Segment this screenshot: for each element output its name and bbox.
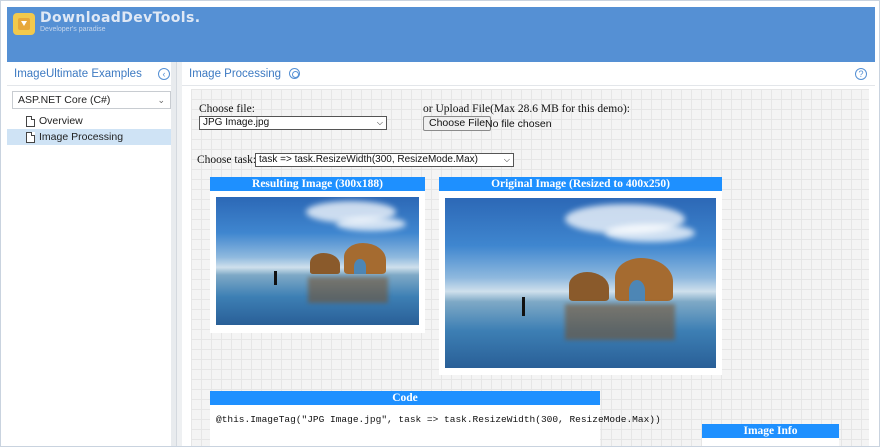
brand-name: DownloadDevTools.	[40, 10, 201, 26]
original-image-card: Original Image (Resized to 400x250)	[439, 177, 722, 375]
download-logo-icon	[13, 13, 35, 35]
chevron-down-icon: ⌵	[503, 155, 510, 164]
brand-logo[interactable]: DownloadDevTools. Developer's paradise	[13, 11, 200, 35]
task-select-value: task => task.ResizeWidth(300, ResizeMode…	[259, 154, 478, 165]
main-header: Image Processing ?	[182, 62, 875, 86]
image-info-card: Image Info	[702, 424, 839, 446]
choose-task-label: Choose task:	[197, 154, 257, 166]
sidebar-header: ImageUltimate Examples ‹	[7, 62, 176, 86]
sidebar-item-label: Overview	[39, 115, 83, 127]
image-info-title: Image Info	[702, 424, 839, 438]
demo-content: Choose file: JPG Image.jpg ⌵ or Upload F…	[191, 89, 869, 446]
sidebar-scrollbar[interactable]	[171, 62, 176, 446]
file-select-value: JPG Image.jpg	[203, 117, 270, 128]
document-icon	[26, 115, 35, 127]
app-window: DownloadDevTools. Developer's paradise I…	[0, 0, 880, 447]
settings-icon[interactable]	[289, 68, 301, 79]
result-image	[216, 197, 419, 325]
framework-select-value: ASP.NET Core (C#)	[18, 94, 111, 106]
document-icon	[26, 131, 35, 143]
framework-select[interactable]: ASP.NET Core (C#) ⌄	[12, 91, 171, 109]
file-select[interactable]: JPG Image.jpg ⌵	[199, 116, 387, 130]
code-card-title: Code	[210, 391, 600, 405]
file-status: No file chosen	[485, 118, 552, 130]
code-snippet: @this.ImageTag("JPG Image.jpg", task => …	[216, 414, 661, 425]
sidebar-title: ImageUltimate Examples	[14, 67, 142, 80]
upload-label: or Upload File(Max 28.6 MB for this demo…	[423, 103, 630, 115]
sidebar-item-overview[interactable]: Overview	[7, 113, 176, 129]
result-image-card: Resulting Image (300x188)	[210, 177, 425, 333]
header-banner: DownloadDevTools. Developer's paradise	[7, 7, 875, 62]
task-select[interactable]: task => task.ResizeWidth(300, ResizeMode…	[255, 153, 514, 167]
chevron-down-icon: ⌄	[157, 94, 165, 105]
chevron-left-icon[interactable]: ‹	[158, 67, 170, 80]
original-image	[445, 198, 716, 368]
question-mark-icon[interactable]: ?	[855, 68, 867, 80]
page-title: Image Processing	[189, 67, 282, 80]
sidebar-item-label: Image Processing	[39, 131, 124, 143]
main-panel: Image Processing ? Choose file: JPG Imag…	[182, 62, 875, 446]
choose-file-label: Choose file:	[199, 103, 255, 115]
result-card-title: Resulting Image (300x188)	[210, 177, 425, 191]
original-card-title: Original Image (Resized to 400x250)	[439, 177, 722, 191]
code-card: Code @this.ImageTag("JPG Image.jpg", tas…	[210, 391, 661, 446]
brand-tagline: Developer's paradise	[40, 26, 106, 33]
sidebar-item-image-processing[interactable]: Image Processing	[7, 129, 176, 145]
chevron-down-icon: ⌵	[376, 118, 383, 127]
choose-file-button[interactable]: Choose File	[423, 116, 492, 131]
sidebar: ImageUltimate Examples ‹ ASP.NET Core (C…	[7, 62, 177, 446]
